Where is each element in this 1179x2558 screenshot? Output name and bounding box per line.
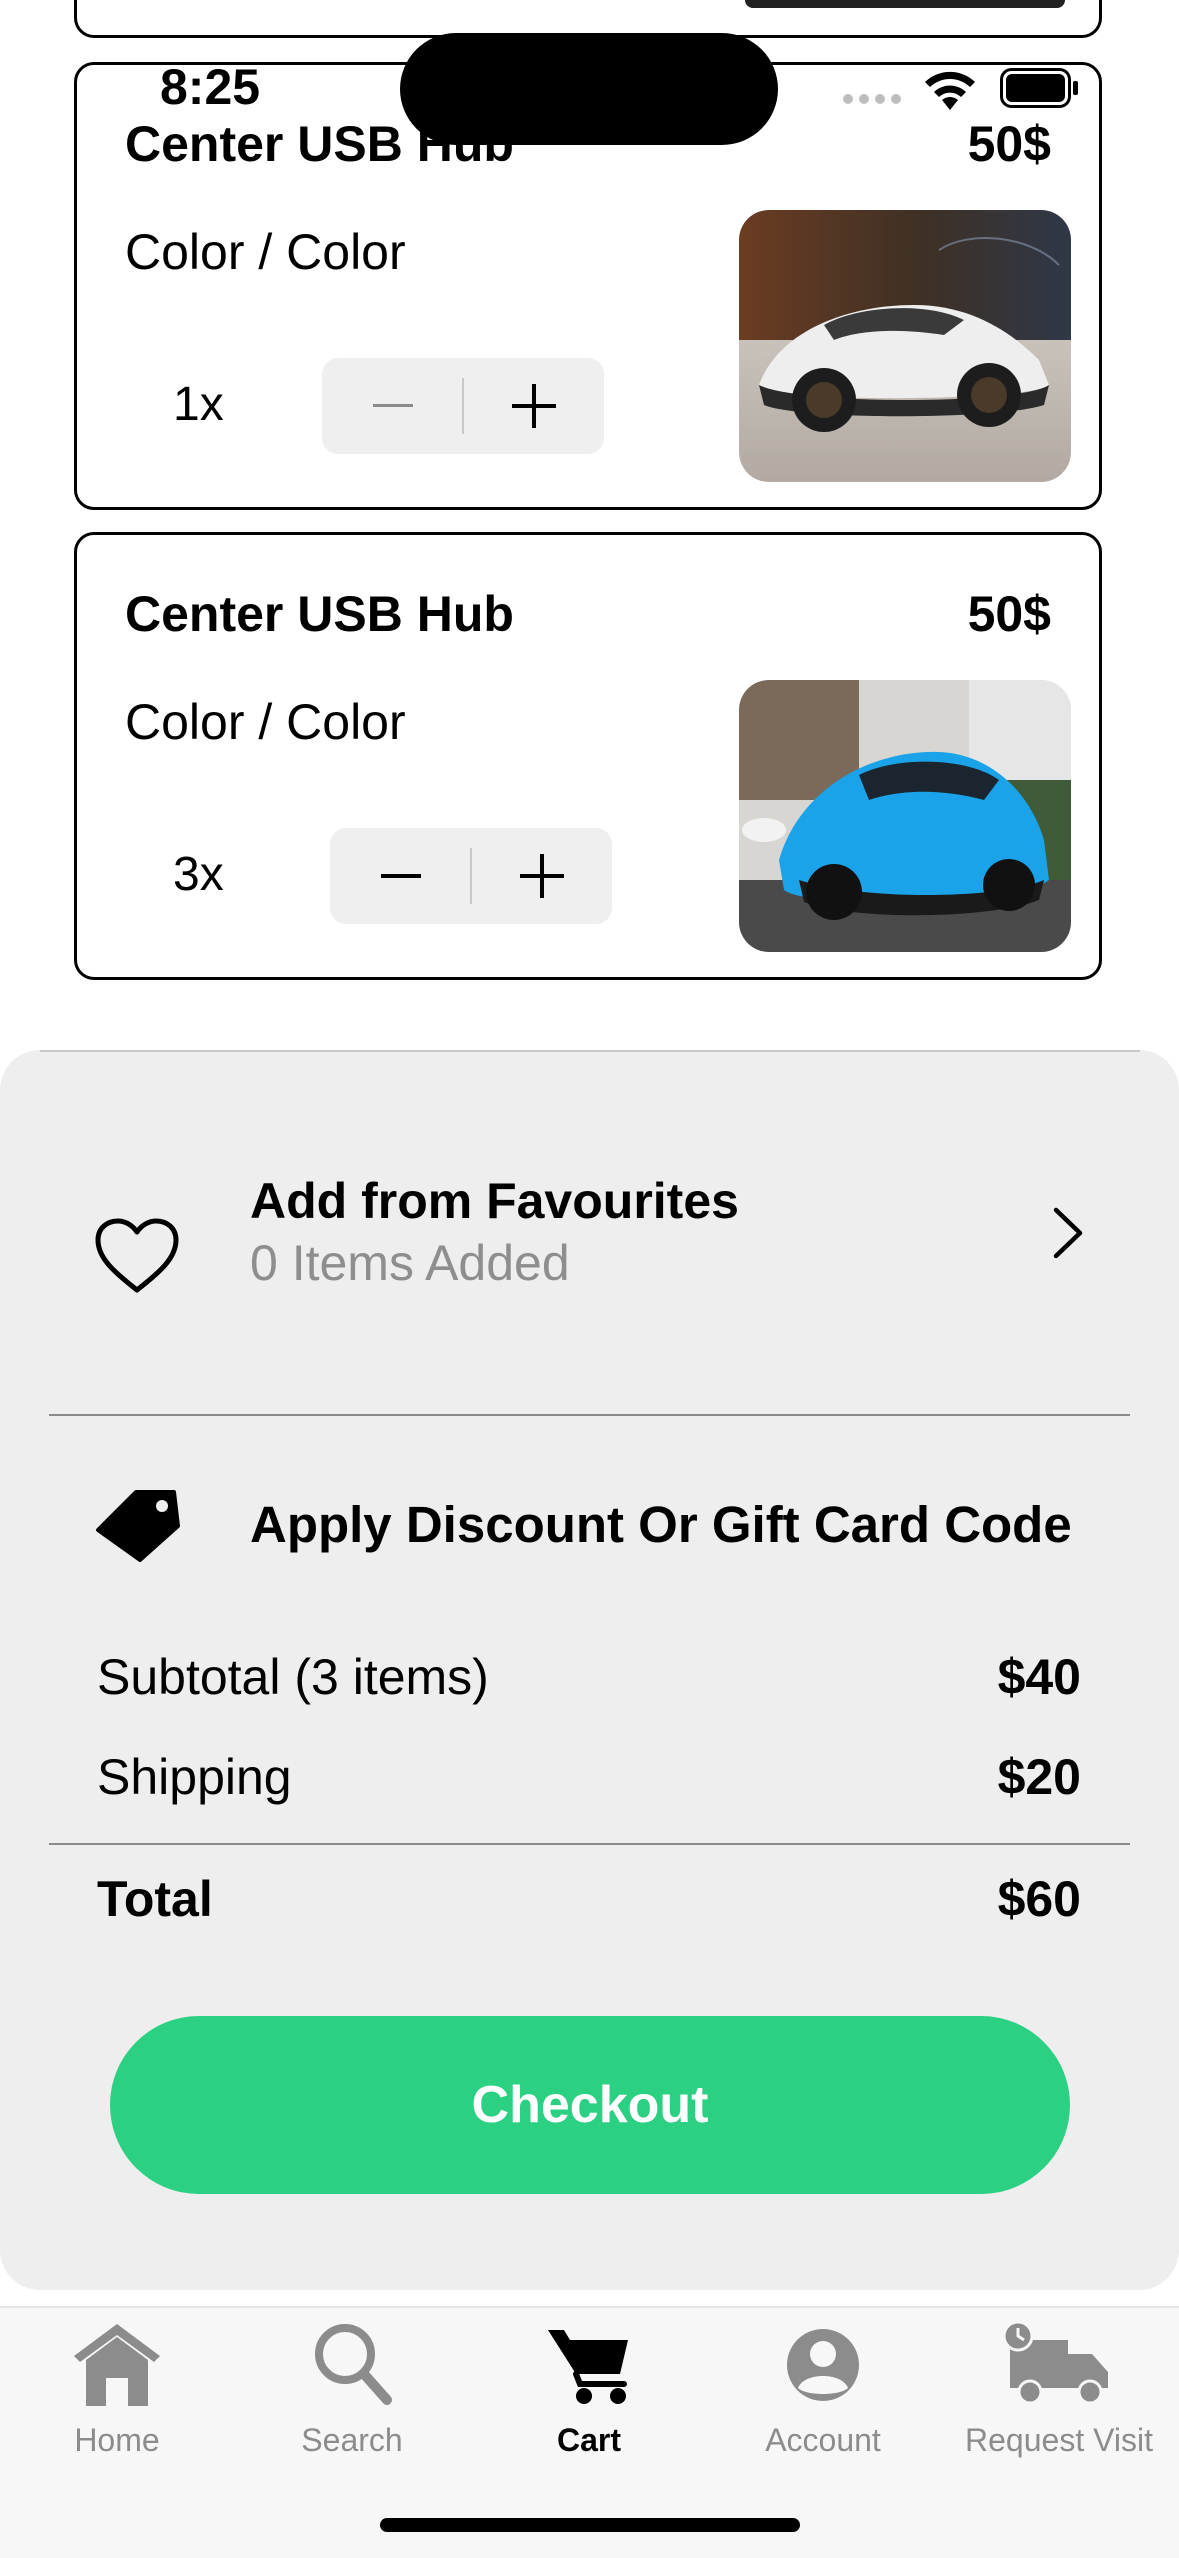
white-sports-car-image [739, 210, 1071, 482]
cellular-signal-icon [843, 94, 901, 104]
discount-label: Apply Discount Or Gift Card Code [250, 1496, 1072, 1553]
item-variant: Color / Color [125, 694, 406, 750]
checkout-button[interactable]: Checkout [110, 2016, 1070, 2194]
tab-label: Cart [556, 2422, 621, 2458]
status-time: 8:25 [160, 59, 261, 115]
decrease-button[interactable] [330, 828, 471, 924]
price-tag-icon [96, 1490, 180, 1562]
divider [49, 1414, 1130, 1416]
item-price: 50$ [967, 116, 1051, 172]
tab-label: Home [74, 2422, 160, 2458]
item-price: 50$ [967, 586, 1051, 642]
blue-sports-car-image [739, 680, 1071, 952]
totals-divider [49, 1843, 1130, 1845]
shipping-value: $20 [997, 1749, 1081, 1805]
tab-label: Search [301, 2422, 403, 2458]
heart-icon [95, 1218, 179, 1293]
decrease-button[interactable] [322, 358, 463, 454]
tab-label: Request Visit [965, 2422, 1153, 2458]
minus-icon [372, 404, 413, 407]
cart-icon [548, 2330, 628, 2404]
home-icon [74, 2324, 160, 2406]
item-quantity: 3x [173, 848, 224, 901]
minus-icon [380, 874, 421, 878]
product-image[interactable] [739, 210, 1071, 482]
subtotal-value: $40 [997, 1649, 1081, 1705]
subtotal-label: Subtotal (3 items) [97, 1649, 489, 1705]
panel-top-divider [40, 1050, 1140, 1052]
favourites-title: Add from Favourites [250, 1173, 739, 1229]
item-variant: Color / Color [125, 224, 406, 280]
wifi-icon [925, 71, 975, 110]
item-quantity: 1x [173, 378, 224, 431]
increase-button[interactable] [471, 828, 612, 924]
truck-icon [1002, 2320, 1108, 2405]
favourites-subtitle: 0 Items Added [250, 1235, 570, 1291]
tab-label: Account [765, 2422, 881, 2458]
partial-stepper [745, 0, 1065, 8]
item-title: Center USB Hub [125, 586, 514, 642]
shipping-label: Shipping [97, 1749, 292, 1805]
battery-icon [1000, 68, 1078, 108]
dynamic-island [400, 33, 778, 145]
total-value: $60 [997, 1871, 1081, 1927]
plus-icon [519, 854, 564, 898]
home-indicator [380, 2518, 800, 2532]
search-icon [315, 2324, 392, 2405]
account-icon [787, 2329, 859, 2401]
plus-icon [511, 384, 556, 428]
total-label: Total [97, 1871, 213, 1927]
quantity-stepper [322, 358, 604, 454]
product-image[interactable] [739, 680, 1071, 952]
increase-button[interactable] [463, 358, 604, 454]
cart-item-card: Center USB Hub 50$ Color / Color 3x [74, 532, 1102, 980]
quantity-stepper [330, 828, 612, 924]
chevron-right-icon[interactable] [1050, 1206, 1086, 1260]
